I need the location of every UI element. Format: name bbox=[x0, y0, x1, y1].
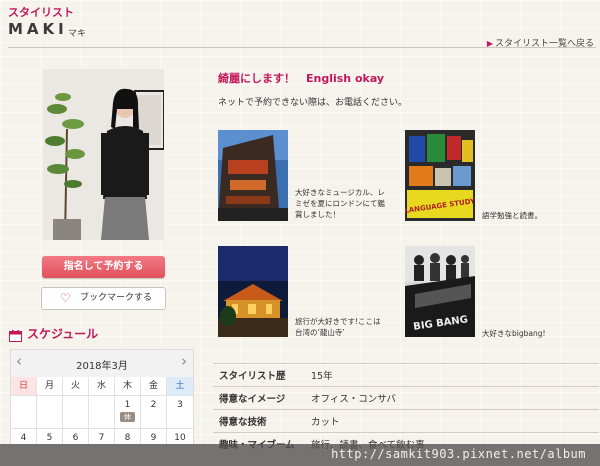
calendar-day bbox=[11, 396, 37, 428]
stylist-info-table: スタイリスト歴 15年 得意なイメージ オフィス・コンサバ 得意な技術 カット … bbox=[213, 363, 599, 455]
stylist-catchphrase: 綺麗にします！ English okay bbox=[218, 72, 385, 85]
gallery-photo-musical bbox=[218, 130, 288, 221]
calendar-day bbox=[63, 396, 89, 428]
info-row: 得意な技術 カット bbox=[213, 409, 599, 432]
weekday-mon: 月 bbox=[37, 377, 63, 395]
calendar-header: ‹ 2018年3月 › bbox=[11, 350, 193, 377]
schedule-calendar: ‹ 2018年3月 › 日 月 火 水 木 金 土 1休 2 3 4 5 6 7… bbox=[10, 349, 194, 446]
weekday-sun: 日 bbox=[11, 377, 37, 395]
bookmark-label: ブックマークする bbox=[80, 293, 153, 303]
calendar-weekdays: 日 月 火 水 木 金 土 bbox=[11, 377, 193, 396]
calendar-icon bbox=[9, 327, 22, 342]
info-key: スタイリスト歴 bbox=[219, 371, 286, 382]
weekday-wed: 水 bbox=[89, 377, 115, 395]
calendar-month: 2018年3月 bbox=[76, 361, 128, 372]
calendar-week: 1休 2 3 bbox=[11, 396, 193, 429]
weekday-tue: 火 bbox=[63, 377, 89, 395]
calendar-day[interactable]: 3 bbox=[167, 396, 193, 428]
section-label: スタイリスト bbox=[8, 6, 74, 19]
gallery-photo-bigbang: BIG BANG bbox=[405, 246, 475, 337]
calendar-day[interactable]: 2 bbox=[141, 396, 167, 428]
calendar-day[interactable]: 1休 bbox=[115, 396, 141, 428]
gallery-caption: 大好きなbigbang! bbox=[482, 329, 546, 338]
info-key: 得意なイメージ bbox=[219, 394, 286, 405]
gallery-caption: 語学勉強と読書。 bbox=[482, 211, 542, 220]
info-value: カット bbox=[311, 417, 340, 428]
gallery-caption: 旅行が大好きです!ここは 台湾の’龍山寺’ bbox=[295, 317, 381, 337]
chevron-right-icon[interactable]: › bbox=[181, 352, 187, 370]
phone-note: ネットで予約できない際は、お電話ください。 bbox=[218, 98, 408, 108]
calendar-day bbox=[37, 396, 63, 428]
heart-icon: ♡ bbox=[60, 291, 71, 305]
weekday-thu: 木 bbox=[115, 377, 141, 395]
info-row: スタイリスト歴 15年 bbox=[213, 363, 599, 386]
header-divider bbox=[8, 47, 596, 48]
gallery-photo-temple bbox=[218, 246, 288, 337]
weekday-sat: 土 bbox=[167, 377, 193, 395]
info-row: 得意なイメージ オフィス・コンサバ bbox=[213, 386, 599, 409]
stylist-photo bbox=[43, 69, 164, 240]
gallery-caption: 大好きなミュージカル、レ ミゼを夏にロンドンにて鑑 賞しました！ bbox=[295, 188, 385, 219]
weekday-fri: 金 bbox=[141, 377, 167, 395]
stylist-name: MAKI bbox=[8, 20, 68, 38]
schedule-title: スケジュール bbox=[27, 327, 99, 341]
gallery-photo-books: LANGUAGE STUDY bbox=[405, 130, 475, 221]
stylist-name-kana: マキ bbox=[68, 29, 87, 39]
reserve-with-stylist-button[interactable]: 指名して予約する bbox=[42, 256, 165, 278]
calendar-day bbox=[89, 396, 115, 428]
info-key: 得意な技術 bbox=[219, 417, 267, 428]
day-off-badge: 休 bbox=[120, 412, 135, 422]
watermark-url: http://samkit903.pixnet.net/album bbox=[331, 447, 586, 461]
bookmark-button[interactable]: ♡ ブックマークする bbox=[41, 287, 166, 310]
info-value: 15年 bbox=[311, 371, 333, 382]
info-value: オフィス・コンサバ bbox=[311, 394, 396, 405]
